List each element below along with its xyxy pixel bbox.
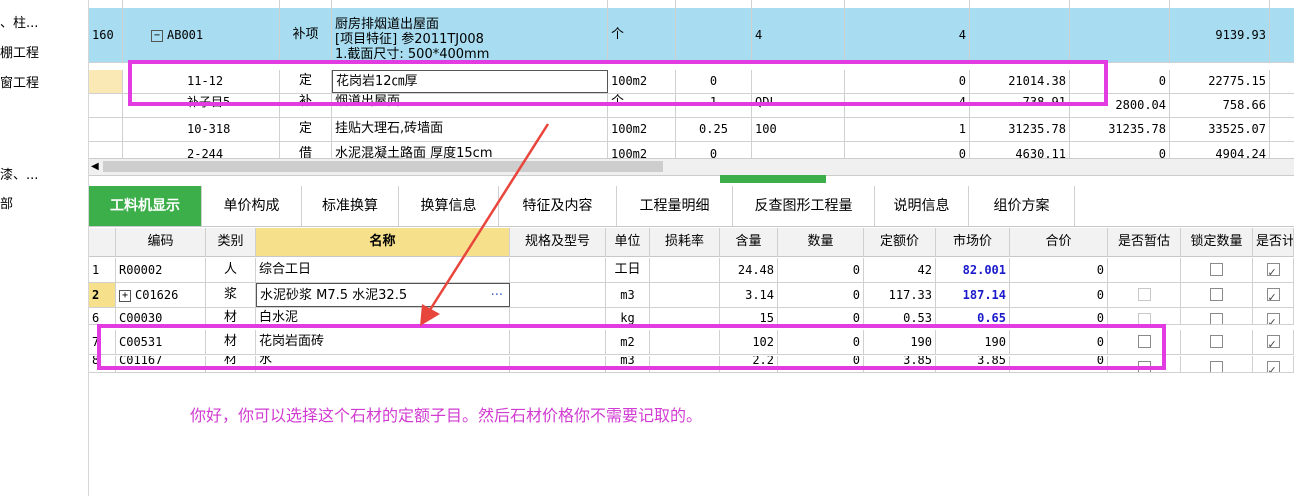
annotation-comment: 你好，你可以选择这个石材的定额子目。然后石材价格你不需要记取的。 — [190, 406, 703, 425]
